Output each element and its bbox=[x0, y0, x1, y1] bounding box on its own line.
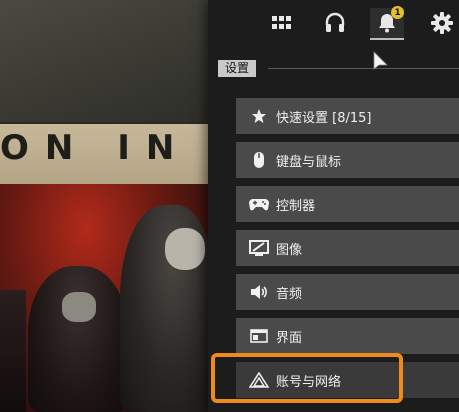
menu-item-keyboard-mouse[interactable]: 键盘与鼠标 bbox=[236, 142, 459, 178]
menu-item-label: 音频 bbox=[276, 286, 303, 302]
menu-item-quick-settings[interactable]: 快速设置 [8/15] bbox=[236, 98, 459, 134]
banner-text: ON IN bbox=[0, 128, 191, 168]
menu-item-graphics[interactable]: 图像 bbox=[236, 230, 459, 266]
notification-badge: 1 bbox=[391, 6, 404, 19]
headset-icon[interactable] bbox=[318, 8, 352, 38]
game-background: ON IN bbox=[0, 0, 215, 412]
highlight-outline bbox=[211, 353, 403, 403]
menu-item-interface[interactable]: 界面 bbox=[236, 318, 459, 354]
banner-backdrop bbox=[0, 0, 215, 122]
section-divider bbox=[268, 68, 459, 69]
star-icon bbox=[246, 108, 272, 124]
menu-item-label: 控制器 bbox=[276, 198, 316, 214]
menu-item-label: 图像 bbox=[276, 242, 303, 258]
menu-item-label: 键盘与鼠标 bbox=[276, 154, 342, 170]
mouse-icon bbox=[246, 151, 272, 169]
gear-icon[interactable] bbox=[425, 8, 459, 38]
soldier-figure-left bbox=[0, 290, 26, 412]
window-icon bbox=[246, 329, 272, 343]
grid-icon[interactable] bbox=[265, 8, 299, 38]
settings-section-label: 设置 bbox=[218, 60, 257, 77]
menu-item-controller[interactable]: 控制器 bbox=[236, 186, 459, 222]
settings-panel: 1 设置 快速设置 [8/15] 键盘与鼠标 控制器 图像 音频 界面 账号与网… bbox=[208, 0, 459, 412]
top-bar: 1 bbox=[208, 0, 459, 48]
notifications-button[interactable]: 1 bbox=[370, 6, 404, 40]
display-icon bbox=[246, 240, 272, 256]
skull-mask bbox=[62, 292, 96, 322]
menu-item-label: 快速设置 [8/15] bbox=[276, 110, 372, 126]
mouse-cursor-icon bbox=[372, 50, 390, 76]
menu-item-label: 界面 bbox=[276, 330, 303, 346]
speaker-icon bbox=[246, 284, 272, 300]
menu-item-audio[interactable]: 音频 bbox=[236, 274, 459, 310]
skull-mask-helmet bbox=[165, 228, 205, 270]
gamepad-icon bbox=[246, 197, 272, 211]
soldier-figure-hooded bbox=[28, 266, 128, 412]
